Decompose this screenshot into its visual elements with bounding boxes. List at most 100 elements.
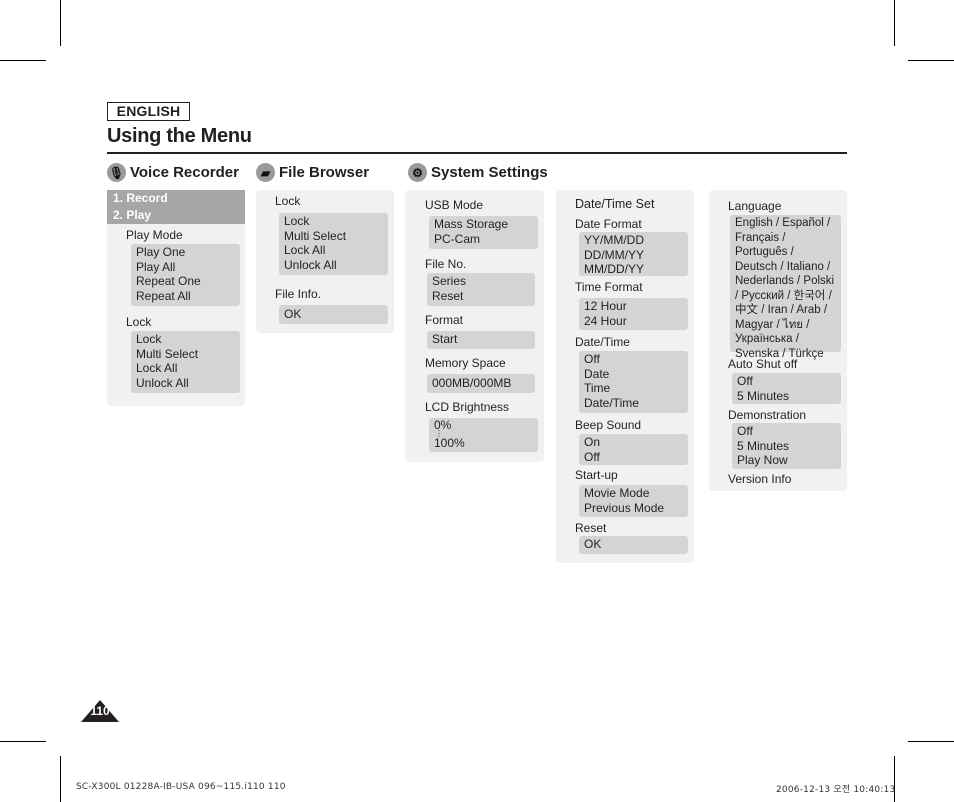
page-title: Using the Menu xyxy=(107,125,252,147)
time-format-label: Time Format xyxy=(575,280,643,294)
option[interactable]: Play All xyxy=(136,260,235,275)
gear-icon: ⚙ xyxy=(408,163,427,182)
lock-options: Lock Multi Select Lock All Unlock All xyxy=(131,331,240,393)
auto-shut-off-label: Auto Shut off xyxy=(728,357,798,371)
file-browser-heading: ▰ File Browser xyxy=(256,163,369,182)
option[interactable]: Unlock All xyxy=(136,376,235,391)
option[interactable]: Repeat One xyxy=(136,274,235,289)
menu-item-play[interactable]: 2. Play xyxy=(107,207,245,224)
option[interactable]: Movie Mode xyxy=(584,486,683,501)
file-info-options: OK xyxy=(279,305,388,324)
option[interactable]: Repeat All xyxy=(136,289,235,304)
crop-mark xyxy=(894,756,895,802)
date-time-set-label: Date/Time Set xyxy=(575,197,655,211)
option[interactable]: Off xyxy=(737,374,836,389)
voice-recorder-title: Voice Recorder xyxy=(130,164,239,181)
option[interactable]: 5 Minutes xyxy=(737,389,836,404)
system-settings-panel-3: Language English / Español / Français / … xyxy=(709,190,847,491)
option[interactable]: Off xyxy=(584,450,683,465)
option[interactable]: Unlock All xyxy=(284,258,383,273)
system-settings-heading: ⚙ System Settings xyxy=(408,163,548,182)
start-up-options: Movie Mode Previous Mode xyxy=(579,485,688,517)
option[interactable]: Previous Mode xyxy=(584,501,683,516)
option[interactable]: YY/MM/DD xyxy=(584,233,683,248)
file-browser-title: File Browser xyxy=(279,164,370,181)
crop-mark xyxy=(60,756,61,802)
crop-mark xyxy=(60,0,61,46)
usb-mode-options: Mass Storage PC-Cam xyxy=(429,216,538,249)
option[interactable]: Off xyxy=(584,352,683,367)
system-settings-title: System Settings xyxy=(431,164,548,181)
lock-label: Lock xyxy=(275,194,301,208)
option[interactable]: Off xyxy=(737,424,836,439)
option[interactable]: OK xyxy=(584,537,683,552)
option[interactable]: Start xyxy=(432,332,530,347)
memory-space-value: 000MB/000MB xyxy=(427,374,535,393)
reset-options: OK xyxy=(579,536,688,554)
option[interactable]: PC-Cam xyxy=(434,232,533,247)
crop-mark xyxy=(894,0,895,46)
option[interactable]: MM/DD/YY xyxy=(584,262,683,277)
option[interactable]: Reset xyxy=(432,289,530,304)
option[interactable]: On xyxy=(584,435,683,450)
demonstration-options: Off 5 Minutes Play Now xyxy=(732,423,841,469)
option[interactable]: 5 Minutes xyxy=(737,439,836,454)
usb-mode-label: USB Mode xyxy=(425,198,484,212)
date-format-label: Date Format xyxy=(575,217,642,231)
option[interactable]: Time xyxy=(584,381,683,396)
folder-icon: ▰ xyxy=(256,163,275,182)
version-info-label: Version Info xyxy=(728,472,792,486)
option[interactable]: Play One xyxy=(136,245,235,260)
lcd-brightness-options: 0% ⋮ 100% xyxy=(429,418,538,452)
option[interactable]: DD/MM/YY xyxy=(584,248,683,263)
lcd-brightness-label: LCD Brightness xyxy=(425,400,510,414)
option[interactable]: 24 Hour xyxy=(584,314,683,329)
option[interactable]: Lock xyxy=(136,332,235,347)
option[interactable]: Date xyxy=(584,367,683,382)
option[interactable]: 100% xyxy=(434,437,533,449)
format-label: Format xyxy=(425,313,464,327)
language-options[interactable]: English / Español / Français / Português… xyxy=(730,215,841,360)
option[interactable]: Multi Select xyxy=(136,347,235,362)
language-list: English / Español / Français / Português… xyxy=(735,217,835,360)
file-browser-panel: Lock Lock Multi Select Lock All Unlock A… xyxy=(256,190,394,333)
format-options: Start xyxy=(427,331,535,349)
crop-mark xyxy=(0,741,46,742)
system-settings-panel-2: Date/Time Set Date Format YY/MM/DD DD/MM… xyxy=(556,190,694,563)
menu-item-record[interactable]: 1. Record xyxy=(107,190,245,207)
option[interactable]: 0% xyxy=(434,419,533,431)
language-label: Language xyxy=(728,199,782,213)
footer-file-info: SC-X300L 01228A-IB-USA 096~115.i110 110 xyxy=(76,782,286,792)
option[interactable]: Lock All xyxy=(284,243,383,258)
file-no-label: File No. xyxy=(425,257,467,271)
date-format-options: YY/MM/DD DD/MM/YY MM/DD/YY xyxy=(579,232,688,276)
demonstration-label: Demonstration xyxy=(728,408,807,422)
auto-shut-off-options: Off 5 Minutes xyxy=(732,373,841,404)
value: 000MB/000MB xyxy=(432,376,512,390)
microphone-icon: 🎙 xyxy=(107,163,126,182)
option[interactable]: OK xyxy=(284,306,383,323)
option[interactable]: Multi Select xyxy=(284,229,383,244)
voice-recorder-panel: 1. Record 2. Play Play Mode Play One Pla… xyxy=(107,190,245,406)
lock-options: Lock Multi Select Lock All Unlock All xyxy=(279,213,388,275)
beep-sound-label: Beep Sound xyxy=(575,418,642,432)
crop-mark xyxy=(0,60,46,61)
lock-label: Lock xyxy=(126,315,152,329)
start-up-label: Start-up xyxy=(575,468,618,482)
crop-mark xyxy=(908,741,954,742)
option[interactable]: 12 Hour xyxy=(584,299,683,314)
option[interactable]: Date/Time xyxy=(584,396,683,411)
voice-recorder-heading: 🎙 Voice Recorder xyxy=(107,163,239,182)
footer-timestamp: 2006-12-13 오전 10:40:13 xyxy=(776,785,896,795)
option[interactable]: Lock All xyxy=(136,361,235,376)
option[interactable]: Series xyxy=(432,274,530,289)
beep-sound-options: On Off xyxy=(579,434,688,465)
file-info-label: File Info. xyxy=(275,287,322,301)
option[interactable]: Lock xyxy=(284,214,383,229)
play-mode-label: Play Mode xyxy=(126,228,183,242)
date-time-label: Date/Time xyxy=(575,335,630,349)
title-divider xyxy=(107,152,847,154)
option[interactable]: Mass Storage xyxy=(434,217,533,232)
memory-space-label: Memory Space xyxy=(425,356,506,370)
option[interactable]: Play Now xyxy=(737,453,836,468)
